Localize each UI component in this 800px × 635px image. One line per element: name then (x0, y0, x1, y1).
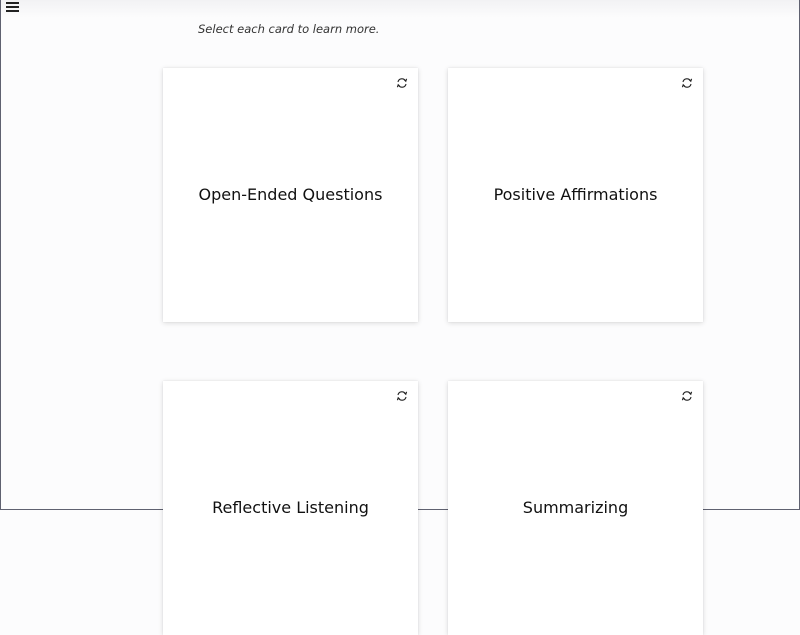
flip-icon (396, 391, 408, 401)
card-title: Positive Affirmations (493, 185, 658, 204)
top-bar (1, 0, 799, 18)
flip-card-positive-affirmations[interactable]: Positive Affirmations (448, 68, 703, 322)
card-title: Open-Ended Questions (198, 185, 383, 204)
instruction-text: Select each card to learn more. (198, 22, 380, 36)
flip-icon (681, 391, 693, 401)
flip-card-summarizing[interactable]: Summarizing (448, 381, 703, 635)
card-title: Reflective Listening (212, 498, 369, 517)
card-title: Summarizing (522, 498, 629, 517)
flip-icon (681, 78, 693, 88)
flip-card-reflective-listening[interactable]: Reflective Listening (163, 381, 418, 635)
hamburger-menu-icon[interactable] (6, 1, 20, 13)
flip-card-open-ended-questions[interactable]: Open-Ended Questions (163, 68, 418, 322)
flip-icon (396, 78, 408, 88)
